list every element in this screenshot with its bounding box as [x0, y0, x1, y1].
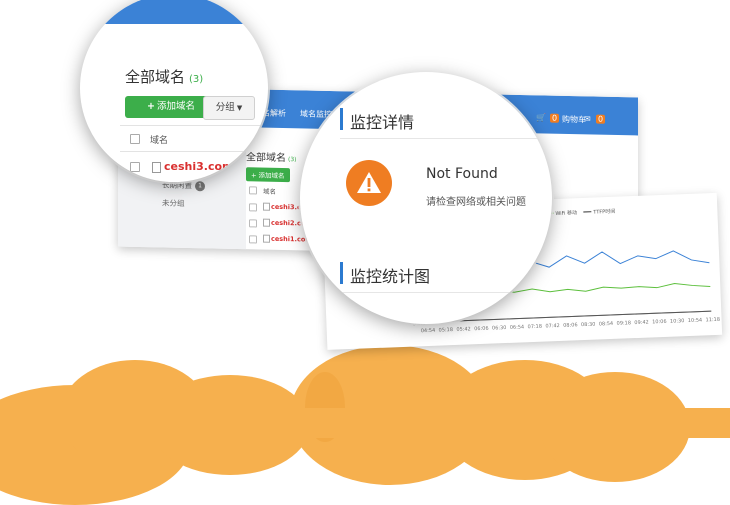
warning-icon	[346, 160, 392, 206]
section-accent-bar	[340, 108, 343, 130]
group-dropdown-button[interactable]: 分组▼	[203, 96, 255, 120]
x-tick-label: 08:06	[563, 322, 578, 329]
sidebar-item-ungrouped[interactable]: 未分组	[162, 197, 185, 208]
divider	[340, 138, 540, 139]
document-icon	[263, 219, 270, 227]
column-header-domain: 域名	[263, 186, 276, 196]
x-tick-label: 08:54	[599, 321, 614, 328]
x-tick-label: 07:18	[527, 324, 542, 331]
select-all-checkbox[interactable]	[130, 134, 140, 144]
row-checkbox[interactable]	[249, 219, 257, 227]
x-tick-label: 06:54	[510, 324, 525, 331]
x-tick-label: 10:30	[670, 318, 685, 325]
select-all-checkbox[interactable]	[249, 186, 257, 194]
x-tick-label: 05:18	[438, 327, 453, 334]
divider	[120, 151, 268, 152]
x-tick-label: 09:18	[616, 320, 631, 327]
row-checkbox[interactable]	[249, 235, 257, 243]
x-tick-label: 08:30	[581, 322, 596, 329]
divider	[340, 292, 540, 293]
document-icon	[263, 203, 270, 211]
legend-label[interactable]: WiFi 移动	[555, 209, 577, 217]
plus-icon: +	[147, 101, 155, 112]
table-row-domain[interactable]: ceshi3.com	[164, 160, 234, 173]
section-accent-bar	[340, 262, 343, 284]
row-checkbox[interactable]	[130, 162, 140, 172]
mail-count: 0	[596, 115, 605, 124]
add-domain-button[interactable]: + 添加域名	[246, 167, 290, 182]
divider	[120, 125, 268, 126]
x-tick-label: 06:06	[474, 326, 489, 333]
section-heading-stats: 监控统计图	[350, 263, 430, 287]
x-tick-label: 09:42	[634, 320, 649, 327]
column-header-domain: 域名	[150, 133, 168, 146]
x-tick-label: 11:18	[705, 317, 720, 324]
lens-page-title: 全部域名(3)	[125, 66, 203, 87]
document-icon	[152, 162, 161, 173]
magnifier-lens-domain-list: 全部域名(3) +添加域名 分组▼ 域名 ceshi3.com	[80, 0, 268, 182]
x-tick-label: 07:42	[545, 323, 560, 330]
cart-count: 0	[550, 114, 559, 123]
status-description: 请检查网络或相关问题	[426, 193, 526, 208]
mail-icon[interactable]: ✉	[584, 114, 591, 123]
cart-label[interactable]: 购物车	[562, 114, 586, 126]
document-icon	[263, 235, 270, 243]
lens-top-bar	[80, 0, 268, 24]
status-title: Not Found	[426, 166, 498, 182]
row-checkbox[interactable]	[249, 203, 257, 211]
x-tick-label: 04:54	[421, 328, 436, 335]
x-tick-label: 05:42	[456, 326, 471, 333]
section-heading-detail: 监控详情	[350, 109, 414, 133]
caret-down-icon: ▼	[237, 104, 242, 112]
x-tick-label: 10:54	[688, 317, 703, 324]
cart-icon[interactable]: 🛒	[536, 113, 546, 122]
x-tick-label: 06:30	[492, 325, 507, 332]
x-tick-label: 10:06	[652, 319, 667, 326]
legend-label[interactable]: TTFP时间	[592, 208, 615, 216]
magnifier-lens-monitor-detail: 监控详情 Not Found 请检查网络或相关问题 监控统计图	[300, 72, 552, 324]
